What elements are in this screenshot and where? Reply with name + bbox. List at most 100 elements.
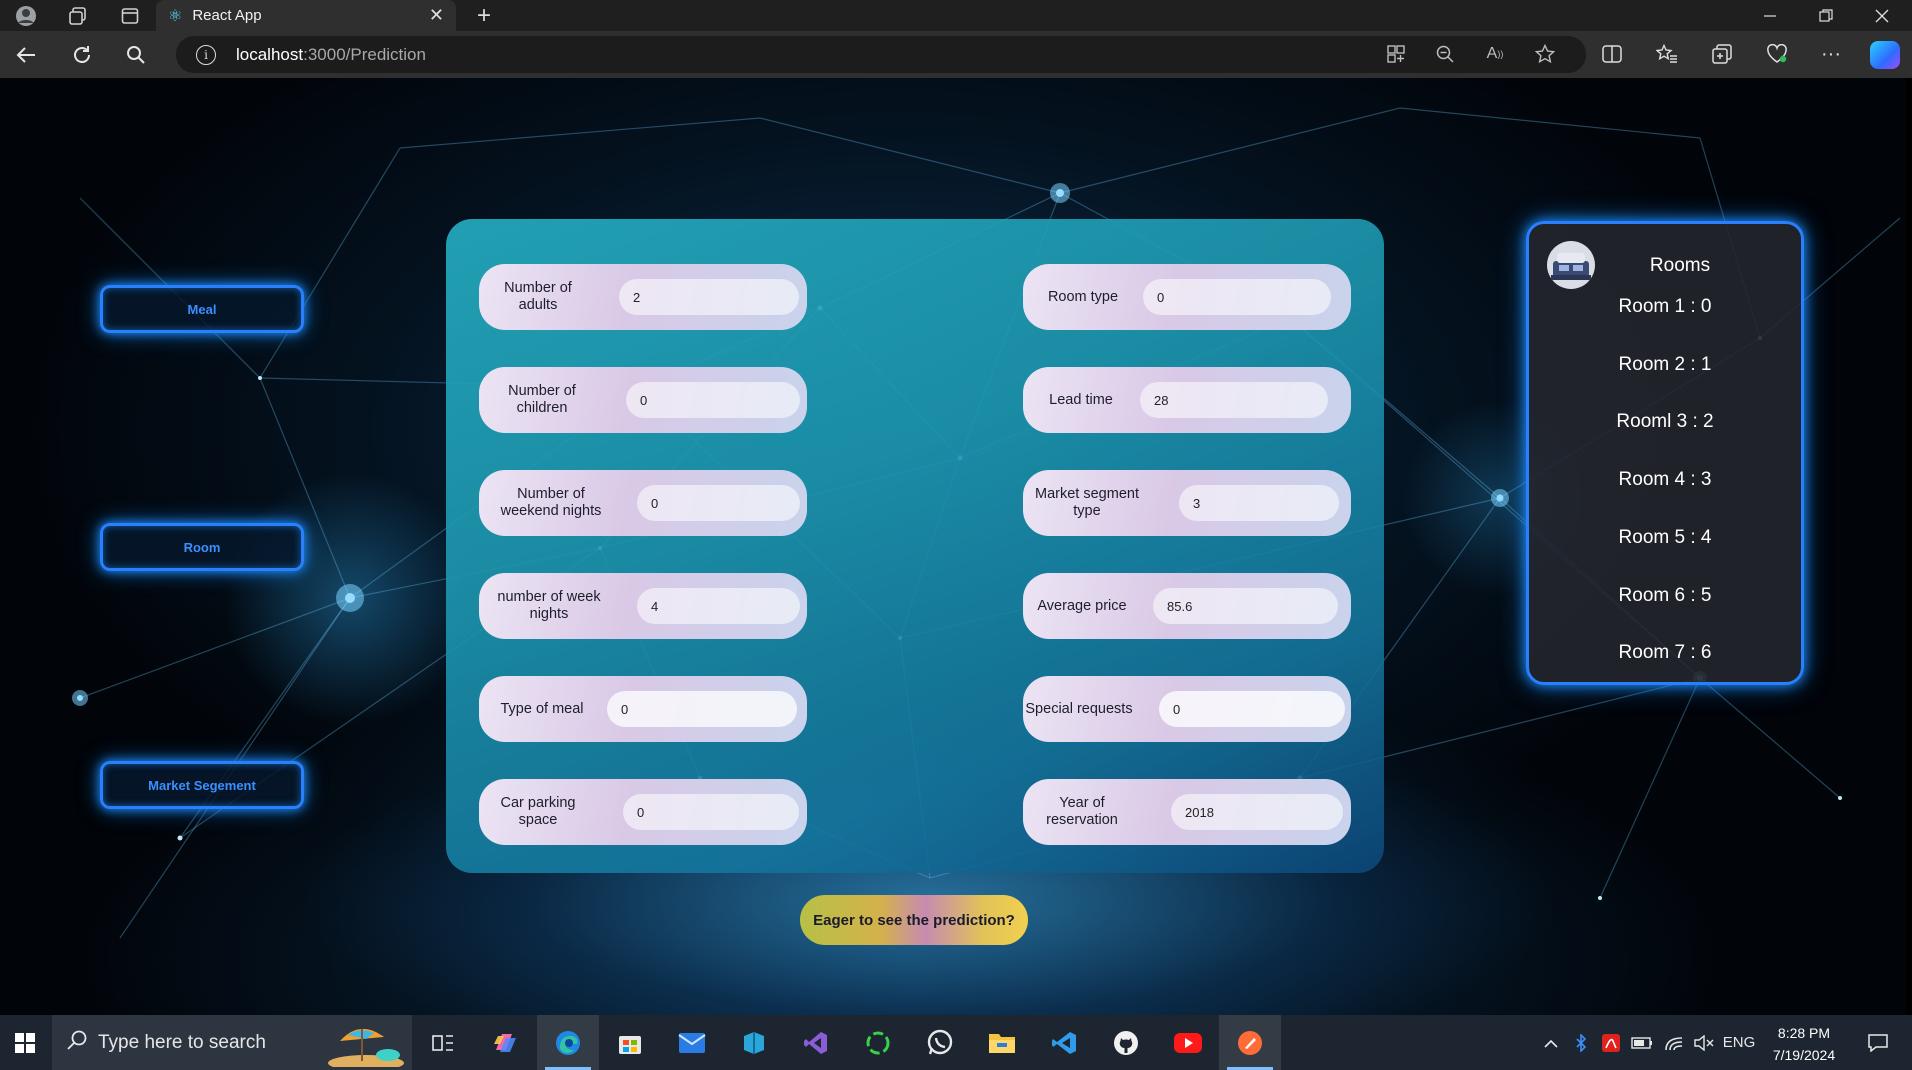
- back-icon[interactable]: [8, 37, 44, 73]
- room-item: Room 6 : 5: [1618, 585, 1712, 606]
- reservation-year-input[interactable]: [1171, 794, 1343, 830]
- react-logo-icon: ⚛: [168, 7, 183, 25]
- windows-start-icon[interactable]: [0, 1015, 50, 1070]
- room-button[interactable]: Room: [100, 523, 304, 571]
- parking-field: Car parking space: [479, 779, 807, 845]
- children-input[interactable]: [626, 382, 800, 418]
- tab-actions-icon[interactable]: [104, 0, 156, 31]
- bluetooth-icon[interactable]: [1568, 1015, 1594, 1070]
- children-field: Number of children: [479, 367, 807, 433]
- average-price-label: Average price: [1037, 597, 1127, 614]
- weekend-nights-field: Number of weekend nights: [479, 470, 807, 536]
- app-available-icon[interactable]: [1381, 39, 1411, 69]
- meal-button[interactable]: Meal: [100, 285, 304, 333]
- weekend-nights-input[interactable]: [637, 485, 800, 521]
- github-icon[interactable]: [1095, 1015, 1157, 1070]
- lead-time-input[interactable]: [1140, 382, 1328, 418]
- favorites-icon[interactable]: [1651, 39, 1683, 69]
- taskbar-search-icon: [66, 1029, 88, 1057]
- battery-icon[interactable]: [1628, 1015, 1656, 1070]
- market-segment-button[interactable]: Market Segement: [100, 761, 304, 809]
- file-explorer-icon[interactable]: [971, 1015, 1033, 1070]
- postman-icon[interactable]: [1219, 1015, 1281, 1070]
- taskbar-search-placeholder: Type here to search: [98, 1031, 266, 1053]
- azure-data-studio-icon[interactable]: [723, 1015, 785, 1070]
- refresh-icon[interactable]: [64, 37, 100, 73]
- collections-icon[interactable]: [1706, 39, 1738, 69]
- read-aloud-icon[interactable]: A)): [1480, 39, 1510, 69]
- windows-taskbar: Type here to search ENG 8:28 PM 7/19/202…: [0, 1015, 1912, 1070]
- restore-icon[interactable]: [1798, 0, 1854, 31]
- notifications-icon[interactable]: [1858, 1015, 1898, 1070]
- average-price-field: Average price: [1023, 573, 1351, 639]
- special-requests-label: Special requests: [1025, 700, 1133, 717]
- lead-time-label: Lead time: [1049, 391, 1113, 408]
- split-screen-icon[interactable]: [1596, 39, 1628, 69]
- special-requests-field: Special requests: [1023, 676, 1351, 742]
- mail-icon[interactable]: [661, 1015, 723, 1070]
- refresh-app-icon[interactable]: [847, 1015, 909, 1070]
- profile-icon[interactable]: [0, 0, 52, 31]
- workspaces-icon[interactable]: [52, 0, 104, 31]
- microsoft-store-icon[interactable]: [599, 1015, 661, 1070]
- vscode-icon[interactable]: [1033, 1015, 1095, 1070]
- reservation-year-field: Year of reservation: [1023, 779, 1351, 845]
- average-price-input[interactable]: [1153, 588, 1338, 624]
- beach-umbrella-icon: [328, 1028, 404, 1067]
- prediction-form-card: Number of adults Number of children Numb…: [446, 219, 1384, 873]
- search-icon[interactable]: [118, 37, 154, 73]
- zoom-out-icon[interactable]: [1430, 39, 1460, 69]
- adults-field: Number of adults: [479, 264, 807, 330]
- show-hidden-icons[interactable]: [1538, 1015, 1564, 1070]
- visual-studio-icon[interactable]: [785, 1015, 847, 1070]
- taskbar-search[interactable]: Type here to search: [52, 1015, 412, 1070]
- lead-time-field: Lead time: [1023, 367, 1351, 433]
- tab-react-app[interactable]: ⚛ React App ✕: [156, 0, 456, 31]
- room-item: Room 5 : 4: [1618, 527, 1712, 548]
- room-type-input[interactable]: [1143, 279, 1331, 315]
- copilot-icon[interactable]: [1870, 41, 1900, 69]
- special-requests-input[interactable]: [1159, 691, 1345, 727]
- task-view-icon[interactable]: [412, 1015, 474, 1070]
- room-type-label: Room type: [1047, 288, 1119, 305]
- favorite-star-icon[interactable]: [1530, 39, 1560, 69]
- reservation-year-label: Year of reservation: [1046, 795, 1118, 828]
- edge-browser-icon[interactable]: [537, 1015, 599, 1070]
- parking-label: Car parking space: [500, 795, 576, 828]
- taskbar-clock[interactable]: 8:28 PM 7/19/2024: [1756, 1022, 1852, 1066]
- weekend-nights-label: Number of weekend nights: [500, 486, 602, 519]
- room-item: Room 4 : 3: [1618, 469, 1712, 490]
- language-indicator[interactable]: ENG: [1722, 1015, 1756, 1070]
- market-segment-label: Market segment type: [1035, 486, 1139, 519]
- meal-type-field: Type of meal: [479, 676, 807, 742]
- room-item: Room 2 : 1: [1618, 354, 1712, 375]
- acrobat-icon[interactable]: [1598, 1015, 1624, 1070]
- clock-date: 7/19/2024: [1772, 1047, 1836, 1063]
- copilot-app-icon[interactable]: [474, 1015, 536, 1070]
- market-segment-input[interactable]: [1179, 485, 1339, 521]
- predict-button[interactable]: Eager to see the prediction?: [800, 895, 1028, 945]
- meal-type-input[interactable]: [607, 691, 797, 727]
- browser-essentials-icon[interactable]: [1761, 39, 1793, 69]
- volume-muted-icon[interactable]: [1690, 1015, 1718, 1070]
- week-nights-input[interactable]: [637, 588, 800, 624]
- adults-input[interactable]: [619, 279, 799, 315]
- page-viewport: Meal Room Market Segement Number of adul…: [0, 78, 1912, 1015]
- room-item: Room 7 : 6: [1618, 642, 1712, 663]
- minimize-icon[interactable]: [1742, 0, 1798, 31]
- new-tab-button[interactable]: +: [468, 0, 500, 31]
- whatsapp-icon[interactable]: [909, 1015, 971, 1070]
- url-field[interactable]: i localhost :3000/Prediction: [176, 36, 1586, 73]
- close-window-icon[interactable]: [1854, 0, 1910, 31]
- youtube-icon[interactable]: [1157, 1015, 1219, 1070]
- more-options-icon[interactable]: ···: [1815, 39, 1847, 69]
- wifi-icon[interactable]: [1660, 1015, 1688, 1070]
- url-host: localhost: [236, 44, 304, 64]
- address-bar: i localhost :3000/Prediction A)) ···: [0, 31, 1912, 78]
- parking-input[interactable]: [623, 794, 799, 830]
- rooms-panel: Rooms Room 1 : 0 Room 2 : 1 Rooml 3 : 2 …: [1526, 221, 1804, 685]
- site-info-icon[interactable]: i: [196, 44, 216, 65]
- room-type-field: Room type: [1023, 264, 1351, 330]
- tab-close-icon[interactable]: ✕: [429, 5, 444, 26]
- week-nights-field: number of week nights: [479, 573, 807, 639]
